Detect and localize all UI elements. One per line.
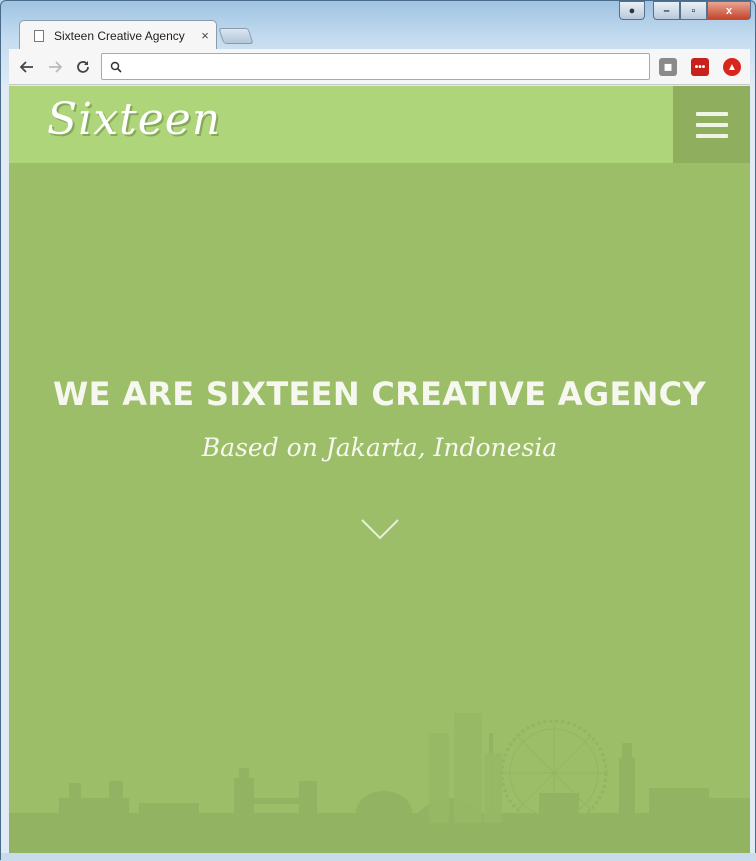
site-logo[interactable]: Sixteen bbox=[47, 94, 221, 145]
new-tab-button[interactable] bbox=[218, 28, 254, 44]
forward-button[interactable] bbox=[41, 53, 69, 81]
browser-toolbar: ◼ ••• ▲ bbox=[9, 49, 750, 85]
user-profile-icon[interactable]: ● bbox=[619, 1, 645, 20]
page-viewport: Sixteen WE ARE SIXTEEN CREATIVE AGENCY B… bbox=[9, 86, 750, 853]
browser-tab[interactable]: Sixteen Creative Agency × bbox=[19, 20, 217, 50]
arrow-left-icon bbox=[19, 60, 33, 73]
city-skyline-illustration bbox=[9, 713, 750, 853]
back-button[interactable] bbox=[13, 53, 41, 81]
close-window-button[interactable]: x bbox=[707, 1, 751, 20]
reload-button[interactable] bbox=[69, 53, 97, 81]
tab-close-button[interactable]: × bbox=[194, 28, 216, 43]
address-bar[interactable] bbox=[101, 53, 650, 80]
minimize-button[interactable]: – bbox=[653, 1, 680, 20]
hamburger-menu-icon[interactable] bbox=[673, 86, 750, 163]
window-caption-buttons: ● – ▫ x bbox=[619, 1, 751, 21]
hero-subtitle: Based on Jakarta, Indonesia bbox=[201, 433, 558, 462]
arrow-right-icon bbox=[49, 60, 63, 73]
upload-icon[interactable]: ▲ bbox=[723, 58, 741, 76]
hero-title: WE ARE SIXTEEN CREATIVE AGENCY bbox=[53, 375, 706, 413]
extension-icon[interactable]: ◼ bbox=[659, 58, 677, 76]
page-icon bbox=[34, 29, 44, 42]
browser-window: ● – ▫ x Sixteen Creative Agency × ◼ ••• … bbox=[0, 0, 756, 861]
lastpass-icon[interactable]: ••• bbox=[691, 58, 709, 76]
maximize-button[interactable]: ▫ bbox=[680, 1, 707, 20]
reload-icon bbox=[77, 60, 89, 73]
search-icon bbox=[110, 61, 122, 73]
tab-title: Sixteen Creative Agency bbox=[54, 28, 185, 43]
site-header: Sixteen bbox=[9, 86, 750, 163]
chevron-down-icon[interactable] bbox=[360, 518, 400, 540]
